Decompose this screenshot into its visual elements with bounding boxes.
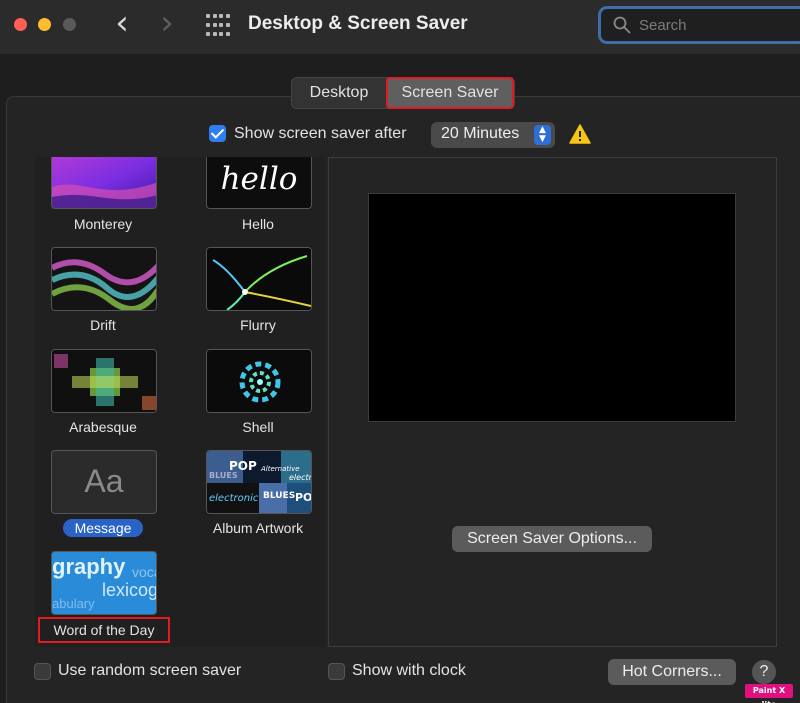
zoom-window-button[interactable] — [63, 18, 76, 31]
saver-label-hello: Hello — [242, 216, 274, 232]
thumb-word-of-the-day[interactable]: graphy voca lexicog abulary — [51, 551, 157, 615]
search-icon — [613, 16, 631, 34]
saver-label-album-artwork: Album Artwork — [212, 520, 304, 536]
saver-label-message: Message — [33, 519, 173, 537]
drift-image — [52, 248, 156, 310]
search-input[interactable] — [639, 13, 799, 37]
thumb-arabesque[interactable] — [51, 349, 157, 413]
search-field[interactable] — [598, 6, 800, 44]
watermark-badge: Paint X lite — [745, 684, 793, 703]
forward-chevron-icon[interactable]: › — [153, 6, 181, 42]
hot-corners-button[interactable]: Hot Corners... — [608, 659, 736, 685]
flurry-image — [207, 248, 311, 310]
random-screen-saver-checkbox[interactable] — [34, 663, 51, 680]
saver-label-message-text: Message — [62, 519, 144, 537]
arabesque-image — [52, 350, 156, 412]
thumb-hello[interactable]: hello — [206, 157, 312, 209]
window-title: Desktop & Screen Saver — [248, 13, 468, 34]
minimize-window-button[interactable] — [38, 18, 51, 31]
back-chevron-icon[interactable]: ‹ — [108, 6, 136, 42]
message-thumb-text: Aa — [84, 463, 124, 499]
idle-time-value: 20 Minutes — [441, 125, 520, 142]
shell-image — [207, 350, 311, 412]
stepper-arrows-icon: ▲ ▼ — [534, 125, 551, 145]
show-screen-saver-checkbox[interactable] — [209, 125, 226, 142]
saver-label-arabesque: Arabesque — [69, 419, 137, 435]
close-window-button[interactable] — [14, 18, 27, 31]
saver-label-monterey: Monterey — [73, 216, 133, 232]
saver-label-word-of-the-day: Word of the Day — [38, 617, 170, 643]
idle-time-select[interactable]: 20 Minutes ▲ ▼ — [431, 122, 555, 148]
screen-saver-options-button[interactable]: Screen Saver Options... — [452, 526, 652, 552]
saver-label-drift: Drift — [90, 317, 116, 333]
saver-label-flurry: Flurry — [240, 317, 276, 333]
saver-label-shell: Shell — [242, 419, 274, 435]
thumb-shell[interactable] — [206, 349, 312, 413]
show-all-grid-icon[interactable] — [206, 14, 230, 38]
tab-bar: Desktop Screen Saver — [291, 77, 515, 109]
tab-desktop[interactable]: Desktop — [292, 78, 386, 108]
monterey-image — [52, 157, 156, 208]
help-button[interactable]: ? — [752, 660, 776, 684]
show-with-clock-label: Show with clock — [352, 662, 466, 679]
warning-icon[interactable] — [569, 124, 591, 144]
thumb-drift[interactable] — [51, 247, 157, 311]
hello-thumb-text: hello — [220, 161, 298, 197]
show-with-clock-checkbox[interactable] — [328, 663, 345, 680]
random-screen-saver-label: Use random screen saver — [58, 662, 242, 679]
tab-screen-saver[interactable]: Screen Saver — [386, 77, 514, 109]
thumb-album-artwork[interactable]: POP Alternative BLUES electronic electro… — [206, 450, 312, 514]
thumb-flurry[interactable] — [206, 247, 312, 311]
thumb-message[interactable]: Aa — [51, 450, 157, 514]
thumb-monterey[interactable] — [51, 157, 157, 209]
show-screen-saver-label: Show screen saver after — [234, 125, 407, 142]
title-bar: ‹ › Desktop & Screen Saver — [0, 0, 800, 54]
preview-screen — [368, 193, 736, 422]
